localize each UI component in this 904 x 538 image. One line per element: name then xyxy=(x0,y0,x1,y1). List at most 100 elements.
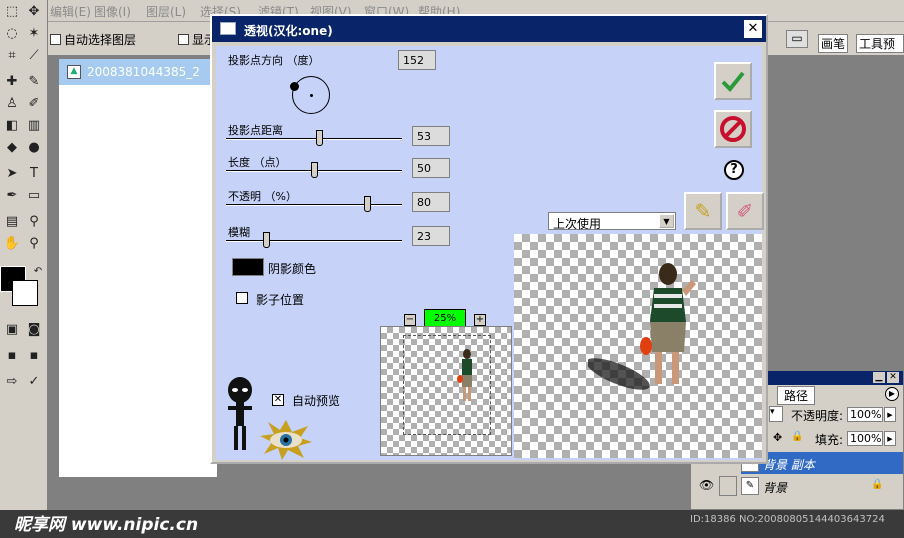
stamp-tool-icon[interactable]: ♙ xyxy=(2,94,22,114)
slice-tool-icon[interactable]: ⟋ xyxy=(24,46,44,66)
document-title-bar[interactable]: ▲ 2008381044385_2 xyxy=(59,59,217,85)
shadow-color-swatch[interactable] xyxy=(232,258,264,276)
link-slot[interactable] xyxy=(719,476,737,496)
fill-label: 填充: xyxy=(815,433,844,447)
blur-slider-track[interactable] xyxy=(226,240,402,242)
preset-dropdown[interactable]: 上次使用 ▼ xyxy=(548,212,676,231)
toolbox: ⬚ ✥ ◌ ✶ ⌗ ⟋ ✚ ✎ ♙ ✐ ◧ ▥ ◆ ● ➤ T ✒ ▭ ▤ ⚲ … xyxy=(0,0,48,510)
move-tool-icon[interactable]: ✥ xyxy=(24,2,44,22)
dialog-titlebar[interactable]: 透视(汉化:one) ✕ xyxy=(212,16,766,42)
checkmark-icon[interactable]: ✓ xyxy=(24,372,44,392)
type-tool-icon[interactable]: T xyxy=(24,164,44,184)
screen-mode-2-icon[interactable]: ▪ xyxy=(24,346,44,366)
blur-label: 模糊 xyxy=(228,226,250,239)
fill-input[interactable]: 100% xyxy=(847,431,883,446)
panel-menu-icon[interactable]: ▶ xyxy=(885,387,899,401)
screen-mode-1-icon[interactable]: ▪ xyxy=(2,346,22,366)
blend-mode-dropdown[interactable]: ▾ xyxy=(769,406,783,422)
close-icon[interactable]: ✕ xyxy=(744,20,762,38)
length-slider-thumb[interactable] xyxy=(311,162,318,178)
lock-icon[interactable]: 🔒 xyxy=(791,431,803,442)
menu-edit[interactable]: 编辑(E) xyxy=(50,3,91,20)
background-color-swatch[interactable] xyxy=(12,280,38,306)
gradient-tool-icon[interactable]: ▥ xyxy=(24,116,44,136)
length-input[interactable]: 50 xyxy=(412,158,450,178)
opacity-input[interactable]: 80 xyxy=(412,192,450,212)
opacity-slider-track[interactable] xyxy=(226,204,402,206)
shadow-position-checkbox[interactable] xyxy=(236,292,248,304)
save-preset-button[interactable]: ✎ xyxy=(684,192,722,230)
direction-dial[interactable] xyxy=(292,76,330,114)
pen-tool-icon[interactable]: ✒ xyxy=(2,186,22,206)
blur-input[interactable]: 23 xyxy=(412,226,450,246)
menu-layer[interactable]: 图层(L) xyxy=(146,3,186,20)
distance-slider-thumb[interactable] xyxy=(316,130,324,146)
magic-wand-icon[interactable]: ✶ xyxy=(24,24,44,44)
watermark: 昵享网 www.nipic.cn xyxy=(14,515,199,535)
history-brush-icon[interactable]: ✐ xyxy=(24,94,44,114)
hand-tool-icon[interactable]: ✋ xyxy=(2,234,22,254)
zoom-tool-icon[interactable]: ⚲ xyxy=(24,234,44,254)
healing-tool-icon[interactable]: ✚ xyxy=(2,72,22,92)
crop-tool-icon[interactable]: ⌗ xyxy=(2,46,22,66)
dodge-tool-icon[interactable]: ● xyxy=(24,138,44,158)
swap-colors-icon[interactable]: ↶ xyxy=(28,262,48,282)
show-checkbox[interactable] xyxy=(178,32,189,46)
opacity-arrow-icon[interactable]: ▶ xyxy=(884,407,896,422)
opacity-slider-thumb[interactable] xyxy=(363,196,371,212)
tab-tool-presets[interactable]: 工具预 xyxy=(856,34,904,53)
menu-image[interactable]: 图像(I) xyxy=(94,3,131,20)
path-select-icon[interactable]: ➤ xyxy=(2,164,22,184)
jump-to-imageready-icon[interactable]: ⇨ xyxy=(2,372,22,392)
zoom-in-button[interactable]: + xyxy=(474,314,486,326)
delete-preset-button[interactable]: ✐ xyxy=(726,192,764,230)
minimize-icon[interactable]: ▁ xyxy=(873,372,885,383)
help-button[interactable]: ? xyxy=(724,160,744,180)
quick-mask-icon[interactable]: ◙ xyxy=(24,320,44,340)
standard-mode-icon[interactable]: ▣ xyxy=(2,320,22,340)
ok-button[interactable] xyxy=(714,62,752,100)
tab-brushes[interactable]: 画笔 xyxy=(818,34,849,53)
brush-tool-icon[interactable]: ✎ xyxy=(24,72,44,92)
tab-paths[interactable]: 路径 xyxy=(777,386,816,405)
distance-slider-track[interactable] xyxy=(226,138,402,140)
layer-row[interactable]: 👁 ✎ 背景 🔒 xyxy=(691,474,903,498)
auto-select-checkbox[interactable] xyxy=(50,32,61,46)
auto-preview-label: 自动预览 xyxy=(292,394,341,408)
marquee-tool-icon[interactable]: ⬚ xyxy=(2,2,22,22)
blur-tool-icon[interactable]: ◆ xyxy=(2,138,22,158)
main-preview[interactable] xyxy=(514,234,762,458)
thumbnail-preview[interactable] xyxy=(380,326,512,456)
eye-icon[interactable]: 👁 xyxy=(699,478,714,492)
zoom-out-button[interactable]: − xyxy=(404,314,416,326)
cancel-button[interactable] xyxy=(714,110,752,148)
alien-mascot-icon xyxy=(228,377,252,450)
blur-slider-thumb[interactable] xyxy=(263,232,271,248)
opacity-input[interactable]: 100% xyxy=(847,407,883,422)
folder-icon[interactable]: ▭ xyxy=(786,30,808,48)
eraser-pencil-icon: ✐ xyxy=(736,199,754,223)
dialog-title: 透视(汉化:one) xyxy=(244,24,333,38)
eyedropper-icon[interactable]: ⚲ xyxy=(24,212,44,232)
fill-arrow-icon[interactable]: ▶ xyxy=(884,431,896,446)
notes-tool-icon[interactable]: ▤ xyxy=(2,212,22,232)
eye-logo-icon xyxy=(260,420,312,460)
document-title: 2008381044385_2 xyxy=(87,65,200,79)
shape-tool-icon[interactable]: ▭ xyxy=(24,186,44,206)
auto-preview-checkbox[interactable]: ✕ xyxy=(272,394,284,406)
preview-figure xyxy=(588,263,696,390)
move-lock-icon[interactable]: ✥ xyxy=(773,431,782,444)
preset-selected: 上次使用 xyxy=(553,217,602,231)
distance-label: 投影点距离 xyxy=(228,124,283,137)
direction-input[interactable]: 152 xyxy=(398,50,436,70)
close-icon[interactable]: ✕ xyxy=(887,372,899,383)
chevron-down-icon[interactable]: ▼ xyxy=(659,214,674,228)
lasso-tool-icon[interactable]: ◌ xyxy=(2,24,22,44)
preview-viewport-frame[interactable] xyxy=(403,335,491,435)
dial-knob[interactable] xyxy=(289,81,299,91)
eraser-tool-icon[interactable]: ◧ xyxy=(2,116,22,136)
cancel-icon xyxy=(720,116,746,142)
dial-center xyxy=(310,94,313,97)
distance-input[interactable]: 53 xyxy=(412,126,450,146)
document-window[interactable]: ▲ 2008381044385_2 xyxy=(58,58,218,478)
